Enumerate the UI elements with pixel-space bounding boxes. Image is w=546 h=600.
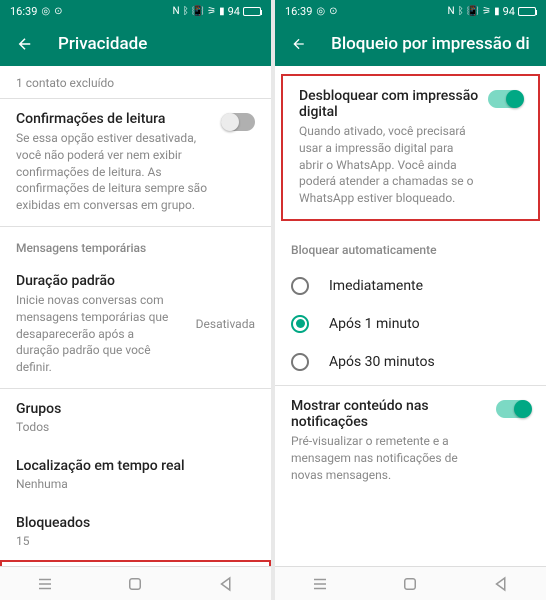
nav-back-icon[interactable] bbox=[492, 575, 510, 593]
nav-recent-icon[interactable] bbox=[36, 575, 54, 593]
notification-icon: ◎ bbox=[41, 6, 50, 17]
blocked-value: 15 bbox=[16, 534, 255, 548]
notification-icon: ⊙ bbox=[54, 6, 62, 17]
unlock-fingerprint-desc: Quando ativado, você precisará usar a im… bbox=[299, 123, 480, 207]
radio-label: Imediatamente bbox=[329, 278, 423, 294]
radio-button-icon bbox=[291, 353, 309, 371]
signal-icon: ▮ bbox=[219, 6, 225, 17]
location-row[interactable]: Localização em tempo real Nenhuma bbox=[0, 446, 271, 503]
groups-row[interactable]: Grupos Todos bbox=[0, 389, 271, 446]
wifi-icon: ⚞ bbox=[207, 6, 216, 17]
wifi-icon: ⚞ bbox=[482, 6, 491, 17]
back-arrow-icon[interactable] bbox=[291, 35, 307, 53]
android-nav-bar bbox=[0, 566, 271, 600]
default-duration-value: Desativada bbox=[196, 317, 255, 331]
radio-after-1-min[interactable]: Após 1 minuto bbox=[275, 305, 546, 343]
app-bar: Privacidade bbox=[0, 22, 271, 66]
app-bar: Bloqueio por impressão dig... bbox=[275, 22, 546, 66]
blocked-row[interactable]: Bloqueados 15 bbox=[0, 503, 271, 560]
battery-text: 94 bbox=[503, 5, 515, 18]
status-time: 16:39 bbox=[285, 5, 312, 18]
radio-label: Após 30 minutos bbox=[329, 354, 435, 370]
nfc-icon: N bbox=[448, 6, 455, 17]
show-notification-content-row[interactable]: Mostrar conteúdo nas notificações Pré-vi… bbox=[275, 386, 546, 495]
battery-icon bbox=[518, 7, 536, 16]
nav-recent-icon[interactable] bbox=[311, 575, 329, 593]
groups-value: Todos bbox=[16, 420, 255, 434]
nav-home-icon[interactable] bbox=[401, 575, 419, 593]
phone-left: 16:39 ◎ ⊙ N ᛒ 📳 ⚞ ▮ 94 Privacidade 1 con… bbox=[0, 0, 271, 600]
notif-content-toggle[interactable] bbox=[496, 400, 530, 418]
temp-messages-header: Mensagens temporárias bbox=[0, 227, 271, 261]
back-arrow-icon[interactable] bbox=[16, 35, 34, 53]
unlock-fingerprint-row[interactable]: Desbloquear com impressão digital Quando… bbox=[281, 74, 540, 221]
android-nav-bar bbox=[275, 566, 546, 600]
bluetooth-icon: ᛒ bbox=[183, 6, 189, 17]
radio-button-selected-icon bbox=[291, 315, 309, 333]
page-title: Bloqueio por impressão dig... bbox=[331, 34, 530, 54]
notif-content-title: Mostrar conteúdo nas notificações bbox=[291, 398, 488, 430]
auto-lock-options: Imediatamente Após 1 minuto Após 30 minu… bbox=[275, 263, 546, 385]
page-title: Privacidade bbox=[58, 34, 147, 54]
nav-back-icon[interactable] bbox=[217, 575, 235, 593]
radio-label: Após 1 minuto bbox=[329, 316, 420, 332]
radio-after-30-min[interactable]: Após 30 minutos bbox=[275, 343, 546, 381]
radio-button-icon bbox=[291, 277, 309, 295]
nav-home-icon[interactable] bbox=[126, 575, 144, 593]
notification-icon: ⊙ bbox=[329, 6, 337, 17]
unlock-fingerprint-toggle[interactable] bbox=[488, 90, 522, 108]
bluetooth-icon: ᛒ bbox=[458, 6, 464, 17]
default-duration-title: Duração padrão bbox=[16, 273, 180, 289]
battery-icon bbox=[243, 7, 261, 16]
vibrate-icon: 📳 bbox=[192, 6, 204, 17]
read-receipts-desc: Se essa opção estiver desativada, você n… bbox=[16, 130, 213, 214]
location-value: Nenhuma bbox=[16, 477, 255, 491]
auto-lock-header: Bloquear automaticamente bbox=[275, 229, 546, 263]
phone-right: 16:39 ◎ ⊙ N ᛒ 📳 ⚞ ▮ 94 Bloqueio por impr… bbox=[275, 0, 546, 600]
excluded-contacts: 1 contato excluído bbox=[0, 66, 271, 98]
status-time: 16:39 bbox=[10, 5, 37, 18]
read-receipts-toggle[interactable] bbox=[221, 113, 255, 131]
content-scroll[interactable]: 1 contato excluído Confirmações de leitu… bbox=[0, 66, 271, 566]
nfc-icon: N bbox=[173, 6, 180, 17]
notification-icon: ◎ bbox=[316, 6, 325, 17]
vibrate-icon: 📳 bbox=[467, 6, 479, 17]
battery-text: 94 bbox=[228, 5, 240, 18]
signal-icon: ▮ bbox=[494, 6, 500, 17]
status-bar: 16:39 ◎ ⊙ N ᛒ 📳 ⚞ ▮ 94 bbox=[275, 0, 546, 22]
default-duration-row[interactable]: Duração padrão Inicie novas conversas co… bbox=[0, 261, 271, 388]
notif-content-desc: Pré-visualizar o remetente e a mensagem … bbox=[291, 433, 488, 483]
content-scroll[interactable]: Desbloquear com impressão digital Quando… bbox=[275, 66, 546, 566]
read-receipts-row[interactable]: Confirmações de leitura Se essa opção es… bbox=[0, 99, 271, 226]
groups-title: Grupos bbox=[16, 401, 255, 417]
unlock-fingerprint-title: Desbloquear com impressão digital bbox=[299, 88, 480, 120]
blocked-title: Bloqueados bbox=[16, 515, 255, 531]
radio-immediately[interactable]: Imediatamente bbox=[275, 267, 546, 305]
default-duration-desc: Inicie novas conversas com mensagens tem… bbox=[16, 292, 180, 376]
read-receipts-title: Confirmações de leitura bbox=[16, 111, 213, 127]
location-title: Localização em tempo real bbox=[16, 458, 255, 474]
status-bar: 16:39 ◎ ⊙ N ᛒ 📳 ⚞ ▮ 94 bbox=[0, 0, 271, 22]
